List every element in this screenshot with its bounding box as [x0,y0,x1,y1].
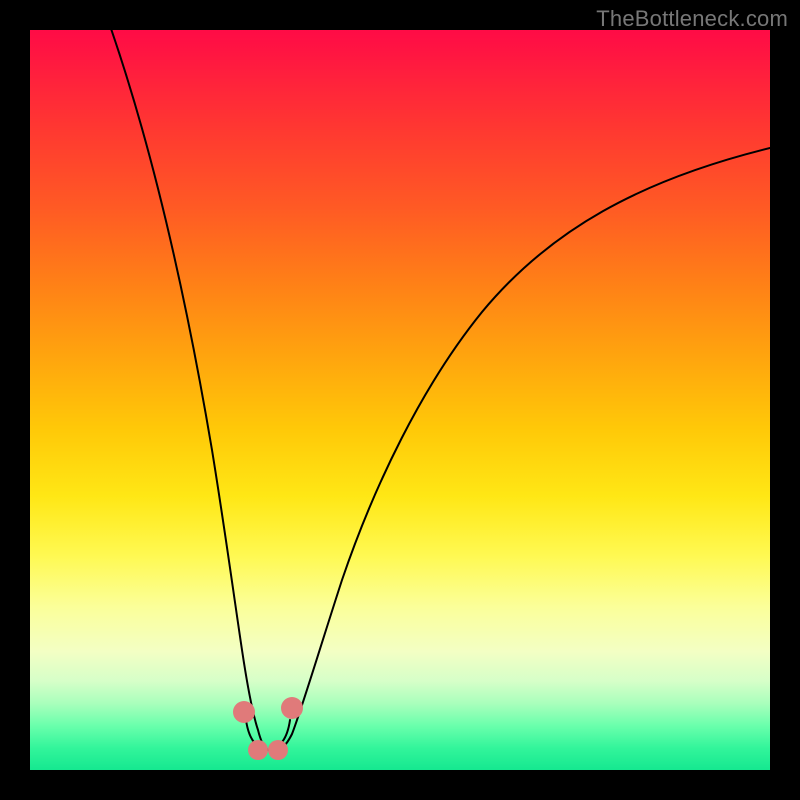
chart-frame: TheBottleneck.com [0,0,800,800]
plot-area [30,30,770,770]
left-knee-dot [233,701,255,723]
curve-svg [30,30,770,770]
min-plateau-dot-right [268,740,288,760]
min-plateau-dot-left [248,740,268,760]
bottleneck-curve [108,30,770,751]
right-knee-dot [281,697,303,719]
watermark-text: TheBottleneck.com [596,6,788,32]
